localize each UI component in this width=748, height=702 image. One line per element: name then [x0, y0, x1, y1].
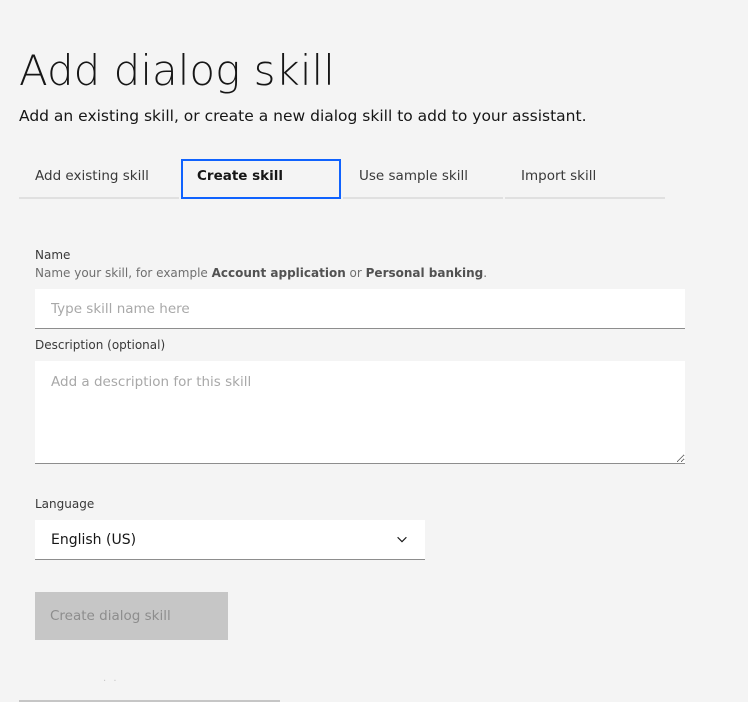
- language-label: Language: [35, 497, 95, 511]
- name-label: Name: [35, 248, 71, 262]
- create-dialog-skill-button[interactable]: Create dialog skill: [35, 592, 228, 640]
- tab-add-existing-skill[interactable]: Add existing skill: [19, 159, 179, 199]
- tab-create-skill[interactable]: Create skill: [181, 159, 341, 199]
- name-helper-text: Name your skill, for example Account app…: [35, 265, 487, 281]
- page-subtitle: Add an existing skill, or create a new d…: [19, 107, 587, 125]
- page-title: Add dialog skill: [19, 46, 335, 95]
- tab-use-sample-skill[interactable]: Use sample skill: [343, 159, 503, 199]
- chevron-down-icon: [397, 536, 407, 543]
- skill-tabs: Add existing skill Create skill Use samp…: [19, 159, 665, 199]
- helper-example-personal-banking: Personal banking: [365, 266, 484, 280]
- skill-description-textarea[interactable]: [35, 361, 685, 464]
- partial-content-fragment: · ·: [103, 676, 119, 687]
- helper-prefix: Name your skill, for example: [35, 266, 212, 280]
- helper-example-account-application: Account application: [211, 266, 346, 280]
- tab-import-skill[interactable]: Import skill: [505, 159, 665, 199]
- language-select[interactable]: English (US): [35, 520, 425, 560]
- helper-suffix: .: [483, 266, 488, 280]
- helper-mid: or: [345, 266, 366, 280]
- description-label: Description (optional): [35, 338, 166, 352]
- skill-name-input[interactable]: [35, 289, 685, 329]
- add-dialog-skill-page: Add dialog skill Add an existing skill, …: [0, 0, 748, 702]
- language-selected-value: English (US): [51, 532, 137, 548]
